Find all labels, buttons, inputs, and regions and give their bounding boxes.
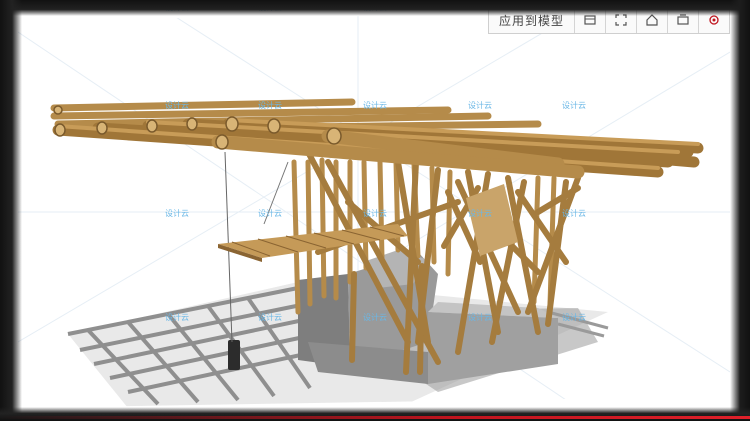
watermark-label: 设计云 [562,313,586,322]
watermark-label: 设计云 [363,313,387,322]
watermark-label: 设计云 [562,209,586,218]
screenshot-frame: 设计云 设计云 设计云 设计云 设计云 设计云 设计云 设计云 设计云 设计云 … [0,0,750,422]
watermark-label: 设计云 [468,313,492,322]
watermark-label: 设计云 [363,209,387,218]
bamboo-roof [50,98,704,179]
watermark-label: 设计云 [165,313,189,322]
watermark-label: 设计云 [258,209,282,218]
watermark-label: 设计云 [468,101,492,110]
frame-border-top [0,0,750,16]
watermark-label: 设计云 [258,313,282,322]
frame-border-left [0,0,22,421]
watermark-label: 设计云 [165,209,189,218]
watermark-label: 设计云 [562,101,586,110]
watermark-label: 设计云 [258,101,282,110]
watermark-label: 设计云 [468,209,492,218]
frame-border-right [730,0,750,421]
frame-accent-line [0,416,750,419]
watermark-label: 设计云 [363,101,387,110]
watermark-label: 设计云 [165,101,189,110]
